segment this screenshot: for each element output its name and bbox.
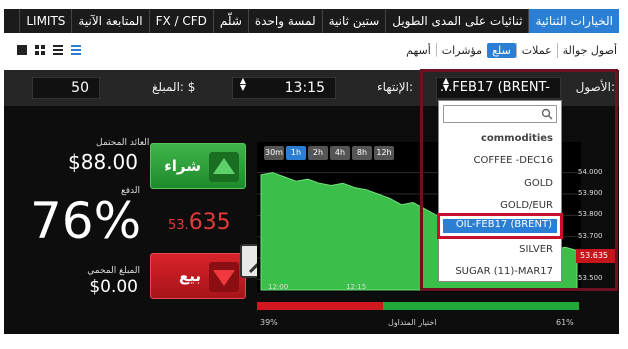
protected-amount-label: المبلغ المحمي: [87, 266, 140, 276]
potential-return-label: العائد المحتمل: [96, 138, 150, 148]
tf-4h[interactable]: 4h: [330, 146, 350, 160]
dropdown-search-input[interactable]: [443, 105, 557, 123]
tab-long-term[interactable]: ثنائيات على المدى الطويل: [385, 9, 528, 33]
detail-list-view-icon[interactable]: [70, 44, 82, 56]
tab-one-touch[interactable]: لمسة واحدة: [247, 9, 322, 33]
view-switcher: [16, 44, 82, 56]
tab-sixty-seconds[interactable]: ستين ثانية: [321, 9, 386, 33]
dropdown-item[interactable]: SUGAR (11)-MAR17: [455, 266, 553, 277]
amount-field[interactable]: 50: [32, 77, 100, 99]
buy-label: شراء: [164, 157, 201, 175]
tab-ladder[interactable]: شلّم: [212, 9, 248, 33]
sentiment-bar: [257, 302, 579, 310]
tab-live-follow[interactable]: المتابعة الآنية: [71, 9, 148, 33]
x-tick-label: 12:00: [268, 283, 289, 291]
search-icon: [541, 108, 553, 120]
dropdown-item[interactable]: COFFEE -DEC16: [473, 155, 553, 166]
subtab-commodities[interactable]: سلع: [487, 43, 516, 58]
dropdown-item[interactable]: GOLD/EUR: [500, 200, 553, 211]
arrow-down-icon: [209, 262, 239, 292]
amount-label: المبلغ: $: [152, 80, 196, 94]
tf-1h[interactable]: 1h: [286, 146, 306, 160]
tf-8h[interactable]: 8h: [352, 146, 372, 160]
price-big: 635: [188, 210, 231, 235]
dropdown-group-header: commodities: [480, 133, 553, 144]
dropdown-item[interactable]: SILVER: [519, 244, 553, 255]
current-price: 53.635: [168, 210, 231, 235]
tf-2h[interactable]: 2h: [308, 146, 328, 160]
tab-fx-cfd[interactable]: FX / CFD: [148, 9, 213, 33]
single-view-icon[interactable]: [16, 44, 28, 56]
subtab-currencies[interactable]: عملات: [515, 43, 557, 58]
timeframe-selector: 30m 1h 2h 4h 8h 12h: [264, 146, 394, 160]
tab-binary-options[interactable]: الخيارات الثنائية: [528, 9, 619, 33]
list-view-icon[interactable]: [52, 44, 64, 56]
sentiment-down-fill: [257, 302, 383, 310]
question-text: سوف ترتفع أو تنخفض؟: [305, 47, 452, 65]
sentiment-up-pct: 61%: [556, 318, 574, 327]
expiry-label: الإنتهاء:: [377, 80, 414, 94]
top-tabs: الخيارات الثنائية ثنائيات على المدى الطو…: [4, 9, 619, 33]
sentiment-down-pct: 39%: [260, 318, 278, 327]
asset-dropdown: commodities COFFEE -DEC16 GOLD GOLD/EUR …: [438, 100, 562, 282]
tf-30m[interactable]: 30m: [264, 146, 284, 160]
price-main: 53.: [168, 218, 189, 233]
selected-item-label: OIL-FEB17 (BRENT): [455, 219, 552, 230]
dropdown-item[interactable]: GOLD: [524, 178, 553, 189]
sentiment-label: اختيار المتداول: [388, 318, 437, 327]
sentiment-up-fill: [382, 302, 579, 310]
sell-button[interactable]: بيع: [150, 253, 246, 299]
buy-button[interactable]: شراء: [150, 143, 246, 189]
tab-limits[interactable]: LIMITS: [19, 9, 71, 33]
arrow-up-icon: [209, 152, 239, 182]
x-tick-label: 12:15: [346, 283, 367, 291]
grid-view-icon[interactable]: [34, 44, 46, 56]
tf-12h[interactable]: 12h: [374, 146, 394, 160]
potential-return-value: $88.00: [68, 150, 138, 174]
dropdown-selected-item[interactable]: OIL-FEB17 (BRENT): [437, 213, 563, 239]
payout-value: 76%: [30, 192, 142, 250]
expiry-spinner-icon[interactable]: ▲ ▼: [237, 77, 249, 99]
protected-amount-value: $0.00: [89, 277, 138, 297]
sell-label: بيع: [178, 267, 201, 285]
subtab-roaming-assets[interactable]: أصول جوالة: [556, 43, 622, 58]
